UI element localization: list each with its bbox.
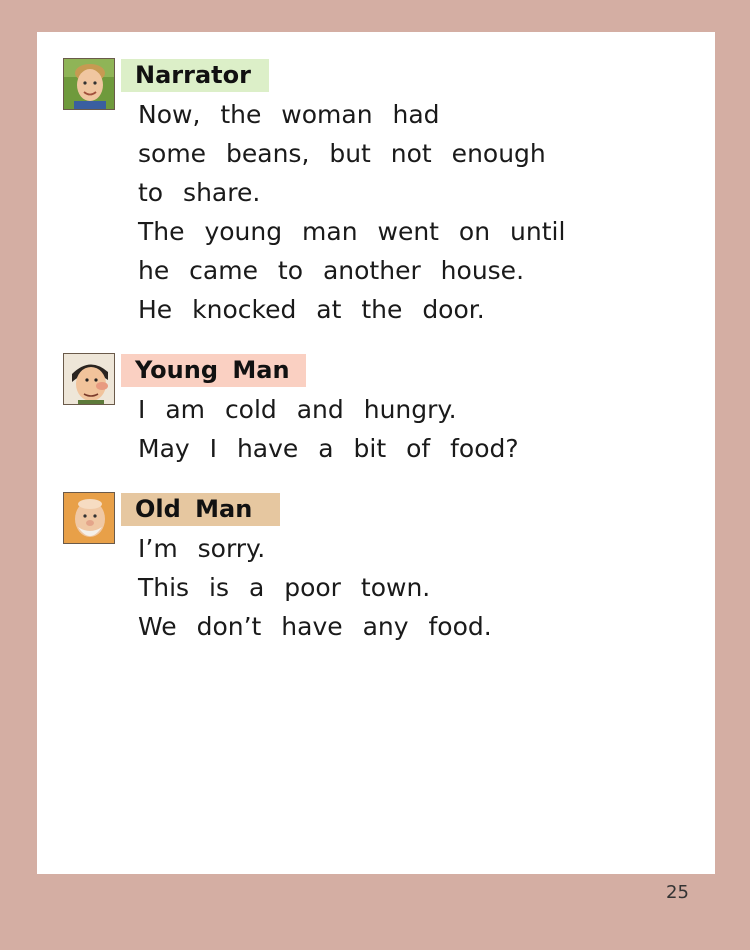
boy-portrait-icon: [63, 58, 115, 110]
old-man-portrait-icon: [63, 492, 115, 544]
page-number: 25: [666, 882, 689, 903]
narrator-lines: Now, the woman had some beans, but not e…: [138, 95, 565, 329]
script-line: May I have a bit of food?: [138, 434, 519, 463]
speaker-label-narrator: Narrator: [121, 59, 269, 92]
old-man-lines: I’m sorry. This is a poor town. We don’t…: [138, 529, 492, 646]
script-line: some beans, but not enough: [138, 139, 546, 168]
script-line: I am cold and hungry.: [138, 395, 457, 424]
script-line: He knocked at the door.: [138, 295, 485, 324]
speaker-label-old-man: Old Man: [121, 493, 280, 526]
young-man-lines: I am cold and hungry. May I have a bit o…: [138, 390, 519, 468]
book-page: Narrator Now, the woman had some beans, …: [37, 32, 715, 874]
script-line: The young man went on until: [138, 217, 566, 246]
young-man-portrait-icon: [63, 353, 115, 405]
script-line: Now, the woman had: [138, 100, 440, 129]
script-line: I’m sorry.: [138, 534, 266, 563]
speaker-label-young-man: Young Man: [121, 354, 306, 387]
script-line: to share.: [138, 178, 261, 207]
script-line: We don’t have any food.: [138, 612, 492, 641]
script-line: he came to another house.: [138, 256, 525, 285]
script-line: This is a poor town.: [138, 573, 431, 602]
